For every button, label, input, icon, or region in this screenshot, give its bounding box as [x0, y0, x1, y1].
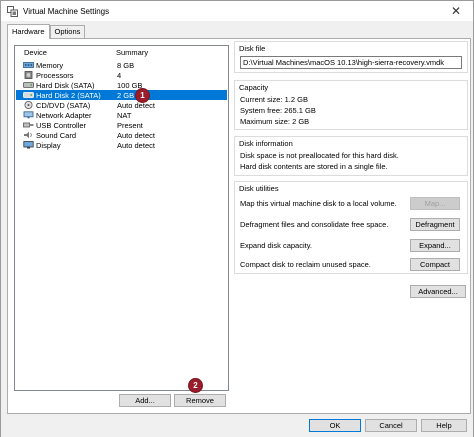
device-name: Hard Disk 2 (SATA)	[36, 91, 101, 100]
sound-card-icon	[23, 131, 34, 139]
system-free-text: System free: 265.1 GB	[240, 106, 316, 115]
disk-info-line-1: Disk space is not preallocated for this …	[240, 151, 399, 160]
defragment-button[interactable]: Defragment	[410, 218, 460, 231]
annotation-badge-1: 1	[135, 88, 150, 103]
device-name: Network Adapter	[36, 111, 92, 120]
vmware-app-icon	[7, 5, 18, 17]
device-row-memory[interactable]: Memory 8 GB	[16, 60, 227, 70]
device-row-hard-disk-sata[interactable]: Hard Disk (SATA) 100 GB	[16, 80, 227, 90]
disk-info-line-2: Hard disk contents are stored in a singl…	[240, 162, 388, 171]
cancel-button[interactable]: Cancel	[365, 419, 417, 432]
device-row-cd-dvd-sata[interactable]: CD/DVD (SATA) Auto detect	[16, 100, 227, 110]
settings-tabs: Hardware Options	[7, 24, 86, 39]
device-summary: Auto detect	[117, 141, 155, 150]
device-summary: Auto detect	[117, 101, 155, 110]
disk-file-title: Disk file	[239, 44, 266, 53]
summary-column-header[interactable]: Summary	[116, 48, 148, 57]
device-summary: 8 GB	[117, 61, 135, 70]
dialog-footer: OK Cancel Help	[1, 415, 473, 437]
device-name: CD/DVD (SATA)	[36, 101, 91, 110]
device-list[interactable]: Device Summary Memory 8 GB Processors 4	[14, 45, 229, 391]
tab-hardware[interactable]: Hardware	[7, 24, 50, 39]
device-summary: Present	[117, 121, 143, 130]
device-row-processors[interactable]: Processors 4	[16, 70, 227, 80]
processor-icon	[23, 71, 34, 79]
hard-disk-icon	[23, 81, 34, 89]
hard-disk-icon	[23, 91, 34, 99]
title-bar: Virtual Machine Settings ✕	[1, 1, 473, 21]
maximum-size-text: Maximum size: 2 GB	[240, 117, 310, 126]
network-adapter-icon	[23, 111, 34, 119]
device-column-header[interactable]: Device	[24, 48, 47, 57]
cd-dvd-icon	[23, 101, 34, 109]
usb-icon	[23, 121, 34, 129]
capacity-title: Capacity	[239, 83, 269, 92]
hardware-tab-panel: Device Summary Memory 8 GB Processors 4	[7, 38, 471, 414]
device-name: USB Controller	[36, 121, 87, 130]
device-name: Memory	[36, 61, 64, 70]
memory-icon	[23, 61, 34, 69]
current-size-text: Current size: 1.2 GB	[240, 95, 308, 104]
close-icon: ✕	[450, 4, 462, 18]
advanced-button[interactable]: Advanced...	[410, 285, 466, 298]
device-summary: 4	[117, 71, 122, 80]
vm-settings-window: Virtual Machine Settings ✕ Hardware Opti…	[0, 0, 474, 437]
display-icon	[23, 141, 34, 149]
compact-button[interactable]: Compact	[410, 258, 460, 271]
remove-device-button[interactable]: Remove	[174, 394, 226, 407]
device-row-network-adapter[interactable]: Network Adapter NAT	[16, 110, 227, 120]
device-name: Hard Disk (SATA)	[36, 81, 95, 90]
disk-information-title: Disk information	[239, 139, 293, 148]
expand-button[interactable]: Expand...	[410, 239, 460, 252]
window-title: Virtual Machine Settings	[23, 6, 110, 16]
map-description: Map this virtual machine disk to a local…	[240, 199, 397, 208]
device-summary: NAT	[117, 111, 132, 120]
ok-button[interactable]: OK	[309, 419, 361, 432]
defragment-description: Defragment files and consolidate free sp…	[240, 220, 389, 229]
device-name: Sound Card	[36, 131, 77, 140]
device-summary: 2 GB	[117, 91, 135, 100]
device-row-sound-card[interactable]: Sound Card Auto detect	[16, 130, 227, 140]
device-row-display[interactable]: Display Auto detect	[16, 140, 227, 150]
device-name: Display	[36, 141, 61, 150]
map-button[interactable]: Map...	[410, 197, 460, 210]
close-window-button[interactable]: ✕	[445, 3, 467, 19]
capacity-group: Capacity Current size: 1.2 GB System fre…	[234, 80, 468, 130]
disk-information-group: Disk information Disk space is not preal…	[234, 136, 468, 176]
device-row-usb-controller[interactable]: USB Controller Present	[16, 120, 227, 130]
device-list-header: Device Summary	[15, 46, 228, 58]
disk-utilities-group: Disk utilities Map this virtual machine …	[234, 181, 468, 274]
disk-file-group: Disk file D:\Virtual Machines\macOS 10.1…	[234, 41, 468, 73]
help-button[interactable]: Help	[421, 419, 467, 432]
annotation-badge-2: 2	[188, 378, 203, 393]
add-device-button[interactable]: Add...	[119, 394, 171, 407]
disk-utilities-title: Disk utilities	[239, 184, 279, 193]
device-name: Processors	[36, 71, 74, 80]
expand-description: Expand disk capacity.	[240, 241, 312, 250]
tab-options[interactable]: Options	[49, 25, 86, 38]
disk-file-path-field[interactable]: D:\Virtual Machines\macOS 10.13\high-sie…	[240, 56, 462, 69]
device-row-hard-disk-2-sata[interactable]: Hard Disk 2 (SATA) 2 GB	[16, 90, 227, 100]
compact-description: Compact disk to reclaim unused space.	[240, 260, 371, 269]
device-summary: Auto detect	[117, 131, 155, 140]
